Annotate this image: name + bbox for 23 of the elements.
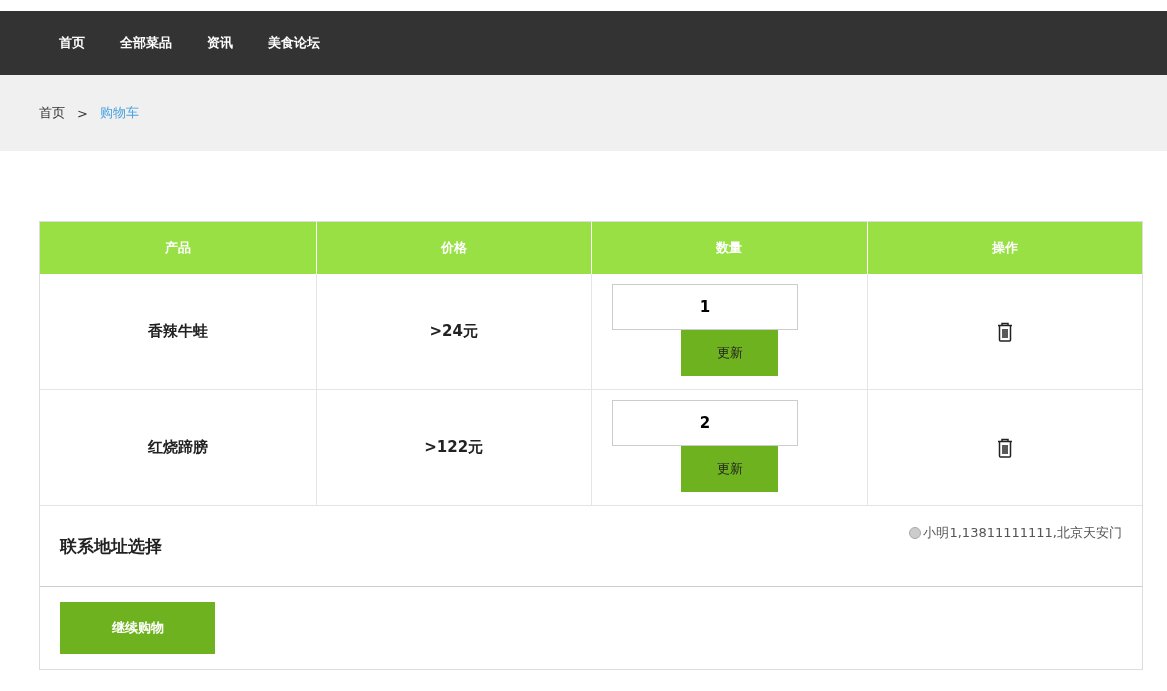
- breadcrumb-separator: >: [77, 105, 88, 121]
- radio-button[interactable]: [909, 527, 922, 539]
- column-header: 数量: [591, 222, 867, 274]
- trash-icon[interactable]: [996, 321, 1013, 342]
- quantity-field[interactable]: 1: [612, 284, 798, 330]
- quantity-field[interactable]: 2: [612, 400, 798, 446]
- breadcrumb-link[interactable]: 首页: [39, 104, 65, 122]
- update-button[interactable]: 更新: [681, 446, 778, 492]
- nav-link[interactable]: 美食论坛: [268, 34, 320, 52]
- price-text: >122元: [424, 438, 484, 457]
- product-name: 香辣牛蛙: [147, 322, 208, 341]
- update-button[interactable]: 更新: [681, 330, 778, 376]
- column-header: 价格: [315, 222, 591, 274]
- section-title: 联系地址选择: [60, 534, 162, 558]
- trash-icon[interactable]: [996, 437, 1013, 458]
- product-name: 红烧蹄膀: [147, 438, 208, 457]
- nav-link[interactable]: 全部菜品: [120, 34, 172, 52]
- nav-link[interactable]: 资讯: [207, 34, 233, 52]
- column-header: 产品: [163, 239, 192, 257]
- column-header: 操作: [866, 222, 1142, 274]
- address-option[interactable]: 小明1,13811111111,北京天安门: [923, 524, 1122, 542]
- nav-link[interactable]: 首页: [59, 34, 85, 52]
- price-text: >24元: [429, 322, 478, 341]
